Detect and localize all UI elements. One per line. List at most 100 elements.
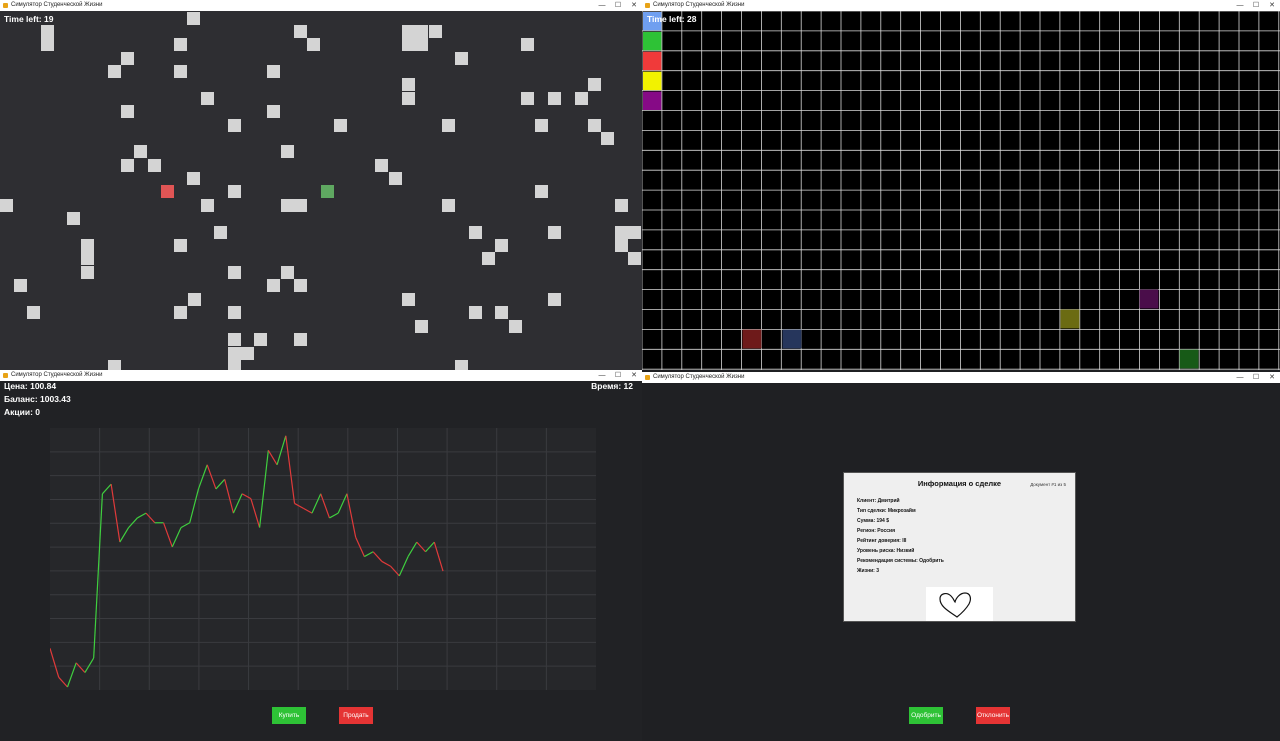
wall-block <box>254 333 267 346</box>
window-stock-trading: Симулятор Студенческой Жизни — ☐ ✕ Цена:… <box>0 370 642 741</box>
wall-block <box>601 132 614 145</box>
maximize-button[interactable]: ☐ <box>610 0 626 11</box>
minimize-button[interactable]: — <box>1232 0 1248 11</box>
wall-block <box>81 252 94 265</box>
wall-block <box>294 279 307 292</box>
wall-block <box>442 119 455 132</box>
close-button[interactable]: ✕ <box>626 0 642 11</box>
palette-color-2[interactable] <box>643 51 662 71</box>
wall-block <box>81 239 94 252</box>
wall-block <box>402 38 415 51</box>
app-icon <box>3 373 8 378</box>
target-square <box>321 185 334 198</box>
wall-block <box>294 333 307 346</box>
wall-block <box>201 92 214 105</box>
palette-color-4[interactable] <box>643 91 662 110</box>
wall-block <box>415 38 428 51</box>
wall-block <box>241 347 254 360</box>
window-title: Симулятор Студенческой Жизни <box>653 2 745 8</box>
wall-block <box>228 333 241 346</box>
field-risk-level: Уровень риска: Низкий <box>857 548 915 554</box>
wall-block <box>402 78 415 91</box>
wall-block <box>174 239 187 252</box>
title-bar[interactable]: Симулятор Студенческой Жизни — ☐ ✕ <box>642 372 1280 383</box>
window-title: Симулятор Студенческой Жизни <box>11 2 103 8</box>
sell-button[interactable]: Продать <box>339 707 373 724</box>
wall-block <box>67 212 80 225</box>
wall-block <box>174 65 187 78</box>
minimize-button[interactable]: — <box>594 0 610 11</box>
game-canvas[interactable]: Time left: 19 <box>0 11 642 370</box>
minimize-button[interactable]: — <box>1232 372 1248 383</box>
palette-color-1[interactable] <box>643 31 662 51</box>
wall-block <box>521 92 534 105</box>
wall-block <box>14 279 27 292</box>
shares-label: Акции: 0 <box>4 407 40 417</box>
wall-block <box>415 25 428 38</box>
wall-block <box>402 25 415 38</box>
close-button[interactable]: ✕ <box>1264 372 1280 383</box>
time-left-label: Time left: 28 <box>647 14 697 24</box>
reject-button[interactable]: Отклонить <box>976 707 1010 724</box>
document-counter: Документ #1 из 5 <box>1030 482 1066 487</box>
wall-block <box>228 306 241 319</box>
game-canvas[interactable]: Time left: 28 <box>642 11 1280 370</box>
placed-color-3 <box>1139 289 1159 309</box>
wall-block <box>615 239 628 252</box>
approve-button[interactable]: Одобрить <box>909 707 943 724</box>
wall-block <box>548 293 561 306</box>
title-bar[interactable]: Симулятор Студенческой Жизни — ☐ ✕ <box>0 0 642 11</box>
timer-label: Время: 12 <box>591 381 633 391</box>
wall-block <box>509 320 522 333</box>
wall-block <box>281 145 294 158</box>
wall-block <box>415 320 428 333</box>
app-icon <box>3 3 8 8</box>
palette-color-3[interactable] <box>643 71 662 91</box>
wall-block <box>228 185 241 198</box>
app-icon <box>645 3 650 8</box>
wall-block <box>495 239 508 252</box>
minimize-button[interactable]: — <box>594 370 610 381</box>
wall-block <box>442 199 455 212</box>
field-region: Регион: Россия <box>857 528 896 534</box>
wall-block <box>108 360 121 370</box>
maximize-button[interactable]: ☐ <box>1248 0 1264 11</box>
wall-block <box>228 347 241 360</box>
wall-block <box>575 92 588 105</box>
wall-block <box>267 279 280 292</box>
player-square <box>161 185 174 198</box>
color-grid-board[interactable] <box>642 11 1280 370</box>
maximize-button[interactable]: ☐ <box>610 370 626 381</box>
window-title: Симулятор Студенческой Жизни <box>11 372 103 378</box>
window-color-grid: Симулятор Студенческой Жизни — ☐ ✕ Time … <box>642 0 1280 370</box>
wall-block <box>228 119 241 132</box>
close-button[interactable]: ✕ <box>1264 0 1280 11</box>
wall-block <box>187 12 200 25</box>
deal-info-card: Информация о сделке Документ #1 из 5 Кли… <box>843 472 1076 622</box>
wall-block <box>81 266 94 279</box>
wall-block <box>455 52 468 65</box>
maximize-button[interactable]: ☐ <box>1248 372 1264 383</box>
wall-block <box>548 226 561 239</box>
wall-block <box>615 226 628 239</box>
close-button[interactable]: ✕ <box>626 370 642 381</box>
placed-color-2 <box>1060 309 1080 329</box>
placed-color-4 <box>1179 349 1199 369</box>
field-amount: Сумма: 194 $ <box>857 518 890 524</box>
wall-block <box>521 38 534 51</box>
wall-block <box>455 360 468 370</box>
wall-block <box>41 38 54 51</box>
wall-block <box>281 199 294 212</box>
wall-block <box>588 119 601 132</box>
title-bar[interactable]: Симулятор Студенческой Жизни — ☐ ✕ <box>0 370 642 381</box>
wall-block <box>615 199 628 212</box>
price-label: Цена: 100.84 <box>4 381 57 391</box>
wall-block <box>628 252 641 265</box>
buy-button[interactable]: Купить <box>272 707 306 724</box>
field-deal-type: Тип сделки: Микрозайм <box>857 508 916 514</box>
grid-board[interactable] <box>0 11 642 370</box>
title-bar[interactable]: Симулятор Студенческой Жизни — ☐ ✕ <box>642 0 1280 11</box>
field-lives: Жизни: 3 <box>857 568 880 574</box>
window-grid-game: Симулятор Студенческой Жизни — ☐ ✕ Time … <box>0 0 642 370</box>
wall-block <box>628 226 641 239</box>
